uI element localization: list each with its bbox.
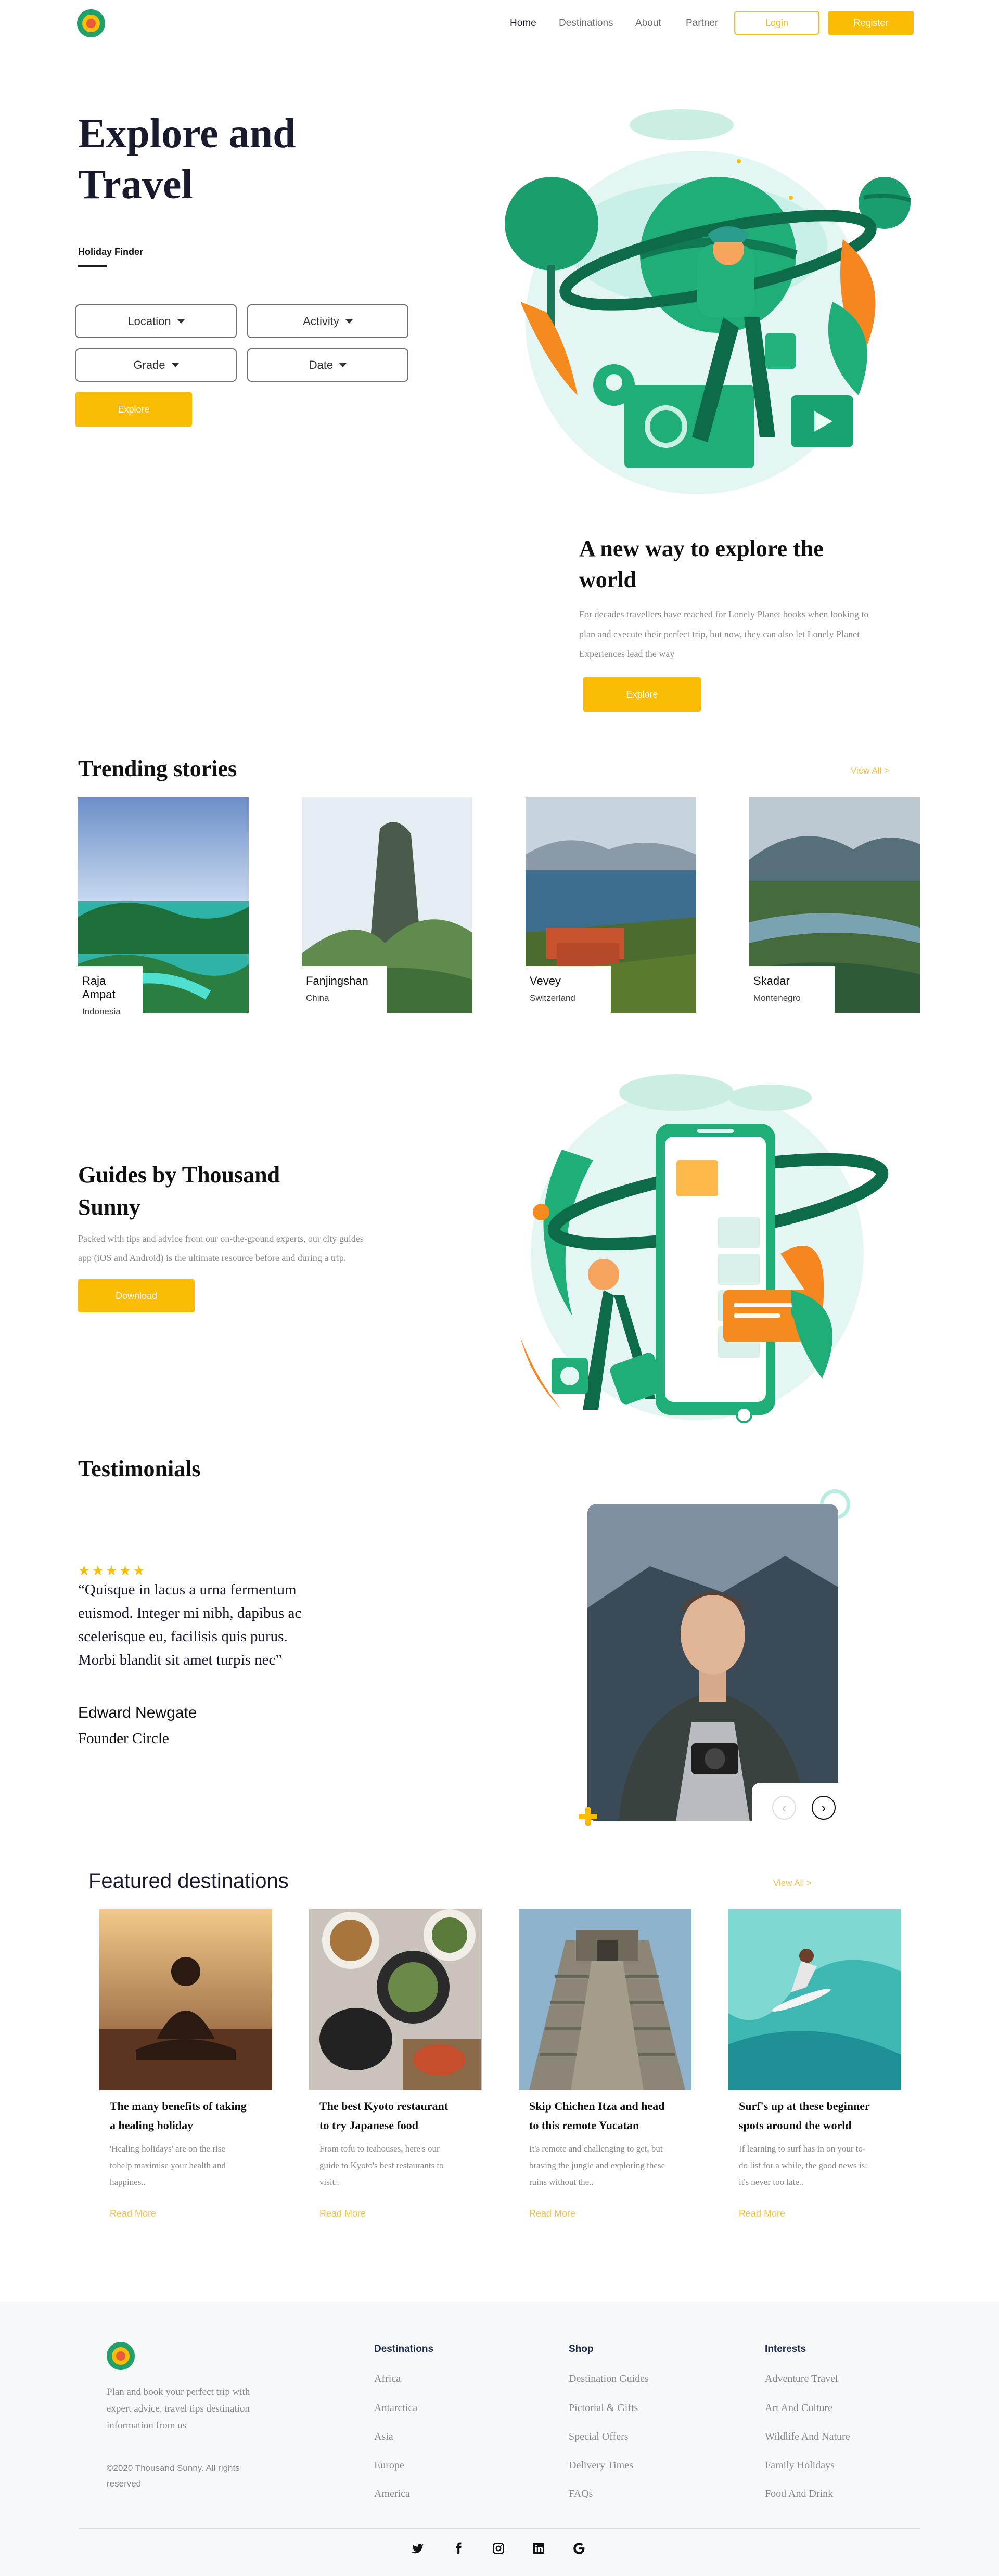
story-country: Montenegro [753,993,801,1003]
story-card-vevey: Vevey Switzerland [526,966,611,1013]
rating-stars: ★★★★★ [78,1563,147,1578]
footer-about-text: Plan and book your perfect trip with exp… [107,2387,250,2431]
footer-link[interactable]: FAQs [569,2488,593,2500]
guides-title: Guides by Thousand Sunny [78,1162,280,1220]
login-button[interactable]: Login [734,11,819,35]
hero-title: Explore and Travel [78,111,296,208]
story-card-skadar: Skadar Montenegro [749,966,835,1013]
footer-link[interactable]: Food And Drink [765,2488,833,2500]
footer-logo[interactable] [107,2342,135,2370]
google-icon[interactable] [572,2542,586,2555]
nav-destinations[interactable]: Destinations [559,18,613,29]
feature-desc: From tofu to teahouses, here's our guide … [319,2144,444,2187]
story-title: Skadar [753,974,790,987]
read-more-link[interactable]: Read More [529,2208,575,2219]
testimonials-title: Testimonials [78,1456,201,1482]
footer-link[interactable]: Adventure Travel [765,2373,838,2385]
footer-link[interactable]: Antarctica [374,2402,417,2414]
linkedin-icon[interactable] [532,2542,545,2555]
story-title: Raja Ampat [82,974,116,1001]
footer-heading-interests: Interests [765,2343,806,2354]
footer-link[interactable]: America [374,2488,410,2500]
chevron-down-icon [177,319,185,324]
trending-view-all[interactable]: View All > [851,766,889,776]
story-country: Switzerland [530,993,575,1003]
testimonial-quote: “Quisque in lacus a urna fermentum euism… [78,1581,302,1668]
holiday-finder-label: Holiday Finder [78,247,144,257]
featured-title: Featured destinations [88,1870,289,1892]
story-country: China [306,993,329,1003]
story-country: Indonesia [82,1007,121,1016]
next-button[interactable]: › [812,1796,836,1820]
new-way-text: For decades travellers have reached for … [579,609,869,659]
footer-link[interactable]: Delivery Times [569,2459,633,2471]
chevron-down-icon [339,363,347,367]
story-title: Fanjingshan [306,974,368,987]
chevron-right-icon: › [821,1799,826,1815]
chevron-down-icon [171,363,179,367]
nav-about[interactable]: About [635,18,661,29]
feature-title: Skip Chichen Itza and head to this remote… [529,2100,665,2132]
read-more-link[interactable]: Read More [110,2208,156,2219]
chichen-itza-image[interactable] [519,1909,691,2090]
logo[interactable] [77,9,105,37]
copyright-text: ©2020 Thousand Sunny. All rights reserve… [107,2463,240,2489]
guides-text: Packed with tips and advice from our on-… [78,1233,364,1263]
footer-heading-shop: Shop [569,2343,594,2354]
new-way-title: A new way to explore the world [579,536,824,593]
location-dropdown[interactable]: Location [75,304,237,338]
read-more-link[interactable]: Read More [739,2208,785,2219]
feature-desc: It's remote and challenging to get, but b… [529,2144,665,2187]
footer-link[interactable]: Family Holidays [765,2459,835,2471]
footer-link[interactable]: Europe [374,2459,404,2471]
hero-explore-button[interactable]: Explore [75,392,192,427]
plus-decor-icon [579,1807,597,1826]
instagram-icon[interactable] [492,2542,505,2555]
new-way-explore-button[interactable]: Explore [583,677,701,712]
prev-button[interactable]: ‹ [772,1796,796,1820]
download-button[interactable]: Download [78,1279,195,1312]
nav-partner[interactable]: Partner [686,18,718,29]
footer-link[interactable]: Destination Guides [569,2373,649,2385]
footer-link[interactable]: Wildlife And Nature [765,2431,850,2443]
register-button[interactable]: Register [828,11,914,35]
chevron-down-icon [345,319,353,324]
footer-link[interactable]: Africa [374,2373,401,2385]
story-card-fanjingshan: Fanjingshan China [302,966,387,1013]
story-card-raja-ampat: Raja Ampat Indonesia [78,966,143,1016]
footer-link[interactable]: Asia [374,2431,393,2443]
story-title: Vevey [530,974,561,987]
featured-view-all[interactable]: View All > [773,1878,812,1888]
feature-desc: 'Healing holidays' are on the rise tohelp… [110,2144,226,2187]
feature-title: The best Kyoto restaurant to try Japanese… [319,2100,449,2132]
nav-home[interactable]: Home [510,18,536,29]
twitter-icon[interactable] [411,2542,425,2555]
finder-underline [78,265,107,267]
footer-link[interactable]: Pictorial & Gifts [569,2402,638,2414]
testimonial-author: Edward Newgate [78,1704,197,1721]
explorer-illustration [505,109,912,494]
date-dropdown[interactable]: Date [247,348,408,382]
healing-holiday-image[interactable] [99,1909,272,2090]
testimonial-photo [587,1504,838,1821]
footer-link[interactable]: Art And Culture [765,2402,832,2414]
surfing-image[interactable] [728,1909,901,2090]
trending-title: Trending stories [78,756,237,781]
feature-desc: If learning to surf has in on your to-do… [739,2144,867,2187]
footer-divider [79,2528,920,2529]
footer-heading-destinations: Destinations [374,2343,434,2354]
feature-title: Surf's up at these beginner spots around … [739,2100,870,2132]
testimonial-role: Founder Circle [78,1730,169,1747]
kyoto-food-image[interactable] [309,1909,482,2090]
grade-dropdown[interactable]: Grade [75,348,237,382]
activity-dropdown[interactable]: Activity [247,304,408,338]
facebook-icon[interactable] [452,2542,465,2555]
footer-link[interactable]: Special Offers [569,2431,629,2443]
feature-title: The many benefits of taking a healing hol… [110,2100,247,2132]
read-more-link[interactable]: Read More [319,2208,366,2219]
phone-guide-illustration [520,1074,889,1423]
chevron-left-icon: ‹ [782,1799,787,1815]
